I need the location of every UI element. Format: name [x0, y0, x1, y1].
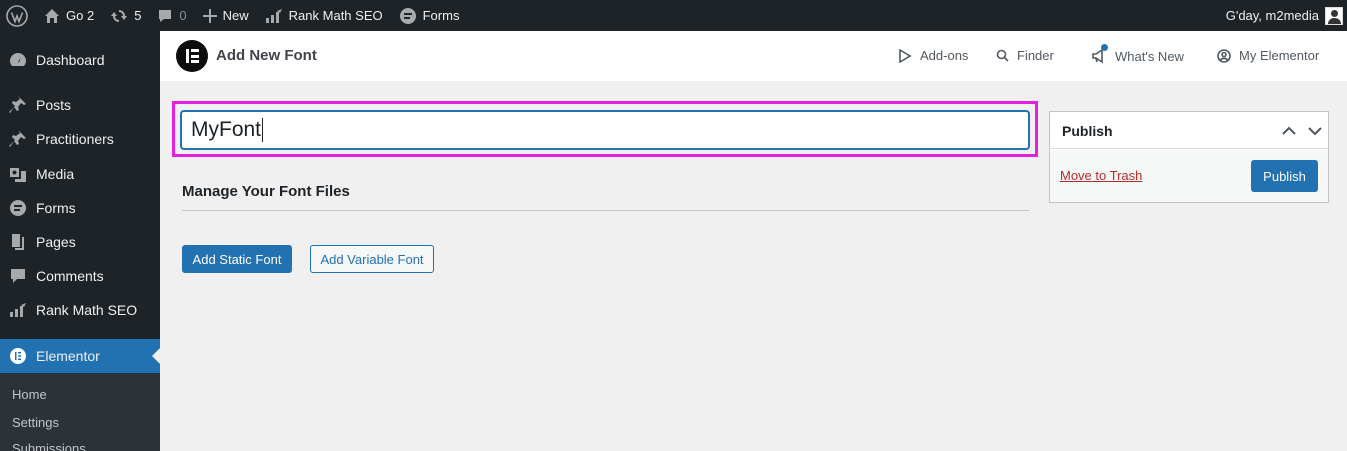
forms-icon — [10, 200, 26, 216]
new-content-link[interactable]: New — [195, 0, 257, 31]
dashboard-icon — [10, 53, 26, 66]
notification-dot — [1101, 44, 1108, 51]
sidebar-item-label: Comments — [36, 268, 104, 284]
forms-link[interactable]: Forms — [391, 0, 468, 31]
elementor-submenu: Home Settings Submissions — [0, 373, 160, 451]
move-to-trash-link[interactable]: Move to Trash — [1060, 168, 1142, 183]
publish-box-actions: Move to Trash Publish — [1050, 150, 1328, 202]
sidebar-item-dashboard[interactable]: Dashboard — [0, 43, 160, 77]
sidebar-item-label: Media — [36, 166, 75, 182]
pin-icon — [9, 96, 26, 113]
title-highlight-box: MyFont — [172, 101, 1038, 157]
addons-link[interactable]: Add-ons — [898, 48, 968, 63]
add-static-font-button[interactable]: Add Static Font — [182, 245, 292, 273]
font-title-input[interactable]: MyFont — [181, 111, 1029, 149]
updates-count: 5 — [134, 8, 142, 23]
publish-box-title: Publish — [1062, 123, 1113, 139]
sidebar-item-label: Posts — [36, 97, 72, 113]
updates-link[interactable]: 5 — [102, 0, 149, 31]
sidebar-item-pages[interactable]: Pages — [0, 225, 160, 259]
elementor-top-bar: Add New Font Add-ons Finder What's New M… — [160, 31, 1347, 81]
sidebar-item-label: Practitioners — [36, 131, 114, 147]
admin-bar: Go 2 5 0 New Rank Math SEO Forms G'day, … — [0, 0, 1347, 31]
greeting-text: G'day, m2media — [1225, 8, 1319, 23]
comments-icon — [11, 269, 25, 283]
my-elementor-label: My Elementor — [1239, 48, 1320, 63]
publish-box: Publish Move to Trash Publish — [1049, 111, 1329, 203]
sidebar-item-label: Forms — [36, 200, 76, 216]
page-title: Add New Font — [216, 47, 317, 64]
search-icon — [996, 49, 1009, 62]
plus-icon — [202, 8, 217, 23]
sidebar-item-label: Elementor — [36, 348, 100, 364]
move-up-button[interactable] — [1280, 122, 1298, 140]
comments-link[interactable]: 0 — [149, 0, 194, 31]
pages-icon — [12, 234, 24, 250]
addons-label: Add-ons — [920, 48, 969, 63]
sidebar-item-practitioners[interactable]: Practitioners — [0, 122, 160, 156]
home-icon — [45, 8, 59, 23]
sidebar-item-forms[interactable]: Forms — [0, 191, 160, 225]
my-elementor-link[interactable]: My Elementor — [1217, 48, 1319, 63]
rank-math-link[interactable]: Rank Math SEO — [257, 0, 391, 31]
chevron-up-icon — [1282, 126, 1296, 135]
publish-button[interactable]: Publish — [1251, 160, 1318, 192]
site-name-link[interactable]: Go 2 — [36, 0, 102, 31]
sidebar-item-comments[interactable]: Comments — [0, 259, 160, 293]
sidebar-item-posts[interactable]: Posts — [0, 88, 160, 122]
wordpress-logo-button[interactable] — [0, 0, 36, 31]
sidebar-item-label: Pages — [36, 234, 76, 250]
user-circle-icon — [1217, 48, 1231, 63]
section-divider — [182, 210, 1029, 211]
sidebar-item-rank-math[interactable]: Rank Math SEO — [0, 293, 160, 327]
elementor-logo-icon — [176, 40, 208, 72]
media-icon — [10, 168, 26, 182]
sidebar-item-media[interactable]: Media — [0, 157, 160, 191]
forms-icon — [399, 7, 416, 24]
wordpress-icon — [6, 4, 28, 27]
account-menu[interactable]: G'day, m2media — [1226, 0, 1343, 31]
add-variable-font-button[interactable]: Add Variable Font — [310, 245, 434, 273]
sidebar-item-label: Rank Math SEO — [36, 302, 138, 318]
rank-math-label: Rank Math SEO — [288, 8, 383, 23]
submenu-item-settings[interactable]: Settings — [12, 415, 59, 430]
font-title-value: MyFont — [191, 118, 262, 141]
manage-font-files-heading: Manage Your Font Files — [182, 183, 350, 200]
publish-box-header: Publish — [1050, 112, 1328, 149]
pin-icon — [9, 130, 26, 147]
rank-math-icon — [10, 303, 26, 317]
submenu-item-submissions[interactable]: Submissions — [12, 441, 86, 451]
rank-math-icon — [265, 8, 282, 23]
chevron-down-icon — [1308, 127, 1322, 136]
forms-label: Forms — [422, 8, 460, 23]
comment-bubble-icon — [159, 9, 172, 22]
comments-count: 0 — [179, 8, 187, 23]
finder-link[interactable]: Finder — [996, 48, 1054, 63]
submenu-item-home[interactable]: Home — [12, 387, 47, 402]
sidebar-item-label: Dashboard — [36, 52, 105, 68]
text-caret — [262, 118, 264, 142]
avatar — [1325, 6, 1343, 25]
finder-label: Finder — [1017, 48, 1054, 63]
elementor-icon — [10, 348, 26, 364]
collapse-toggle-button[interactable] — [1306, 122, 1324, 140]
site-name-label: Go 2 — [66, 8, 95, 23]
refresh-icon — [111, 9, 128, 22]
new-label: New — [222, 8, 249, 23]
addons-icon — [899, 48, 912, 63]
sidebar-item-elementor[interactable]: Elementor — [0, 339, 160, 373]
whats-new-link[interactable]: What's New — [1091, 44, 1184, 64]
admin-sidebar: Dashboard Posts Practitioners Media Form… — [0, 31, 160, 451]
whats-new-label: What's New — [1115, 48, 1184, 64]
